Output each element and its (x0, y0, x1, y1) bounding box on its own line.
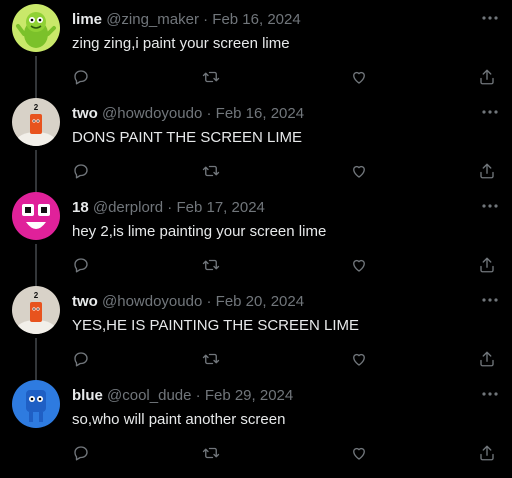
two-avatar-icon: 2 (12, 286, 60, 334)
timestamp[interactable]: Feb 16, 2024 (216, 105, 304, 122)
avatar[interactable] (12, 4, 60, 52)
thread: lime @zing_maker · Feb 16, 2024 zing zin… (0, 0, 512, 478)
heart-icon[interactable] (350, 162, 370, 182)
timestamp[interactable]: Feb 29, 2024 (205, 387, 293, 404)
lime-avatar-icon (12, 4, 60, 52)
reply-icon[interactable] (72, 256, 92, 276)
separator: · (195, 387, 201, 404)
more-icon[interactable] (480, 102, 500, 122)
separator: · (206, 293, 212, 310)
timestamp[interactable]: Feb 20, 2024 (216, 293, 304, 310)
reply-icon[interactable] (72, 444, 92, 464)
action-bar (72, 444, 502, 464)
two-avatar-icon: 2 (12, 98, 60, 146)
handle[interactable]: @howdoyoudo (102, 293, 202, 310)
tweet-header: two @howdoyoudo · Feb 20, 2024 (72, 292, 304, 312)
separator: · (167, 199, 173, 216)
handle[interactable]: @zing_maker (106, 11, 199, 28)
retweet-icon[interactable] (202, 256, 222, 276)
share-icon[interactable] (478, 444, 498, 464)
heart-icon[interactable] (350, 68, 370, 88)
more-icon[interactable] (480, 8, 500, 28)
display-name[interactable]: two (72, 293, 98, 310)
handle[interactable]: @cool_dude (107, 387, 191, 404)
avatar[interactable]: 2 (12, 286, 60, 334)
heart-icon[interactable] (350, 444, 370, 464)
separator: · (206, 105, 212, 122)
display-name[interactable]: 18 (72, 199, 89, 216)
display-name[interactable]: blue (72, 387, 103, 404)
tweet[interactable]: blue @cool_dude · Feb 29, 2024 so,who wi… (0, 380, 512, 474)
tweet-text: hey 2,is lime painting your screen lime (72, 223, 327, 240)
retweet-icon[interactable] (202, 162, 222, 182)
action-bar (72, 68, 502, 88)
reply-icon[interactable] (72, 68, 92, 88)
more-icon[interactable] (480, 196, 500, 216)
svg-text:2: 2 (34, 291, 39, 300)
share-icon[interactable] (478, 350, 498, 370)
action-bar (72, 350, 502, 370)
more-icon[interactable] (480, 290, 500, 310)
action-bar (72, 162, 502, 182)
blue-avatar-icon (12, 380, 60, 428)
timestamp[interactable]: Feb 17, 2024 (176, 199, 264, 216)
avatar-column (12, 380, 60, 474)
avatar[interactable] (12, 192, 60, 240)
share-icon[interactable] (478, 68, 498, 88)
avatar[interactable] (12, 380, 60, 428)
thread-line (35, 338, 37, 384)
retweet-icon[interactable] (202, 68, 222, 88)
separator: · (203, 11, 209, 28)
tweet[interactable]: 2 two @howdoyoudo · Feb 16, 2024 DONS PA… (0, 98, 512, 196)
heart-icon[interactable] (350, 350, 370, 370)
timestamp[interactable]: Feb 16, 2024 (212, 11, 300, 28)
pink-face-avatar-icon (12, 192, 60, 240)
share-icon[interactable] (478, 256, 498, 276)
avatar-column (12, 4, 60, 102)
avatar-column (12, 192, 60, 290)
avatar-column: 2 (12, 98, 60, 196)
more-icon[interactable] (480, 384, 500, 404)
handle[interactable]: @howdoyoudo (102, 105, 202, 122)
avatar[interactable]: 2 (12, 98, 60, 146)
tweet[interactable]: lime @zing_maker · Feb 16, 2024 zing zin… (0, 4, 512, 102)
tweet-text: zing zing,i paint your screen lime (72, 35, 290, 52)
thread-line (35, 150, 37, 196)
display-name[interactable]: lime (72, 11, 102, 28)
svg-text:2: 2 (34, 103, 39, 112)
tweet-text: so,who will paint another screen (72, 411, 286, 428)
tweet-text: DONS PAINT THE SCREEN LIME (72, 129, 303, 146)
reply-icon[interactable] (72, 162, 92, 182)
tweet-header: 18 @derplord · Feb 17, 2024 (72, 198, 265, 218)
action-bar (72, 256, 502, 276)
reply-icon[interactable] (72, 350, 92, 370)
tweet[interactable]: 18 @derplord · Feb 17, 2024 hey 2,is lim… (0, 192, 512, 290)
tweet[interactable]: 2 two @howdoyoudo · Feb 20, 2024 YES,HE … (0, 286, 512, 384)
thread-line (35, 244, 37, 290)
avatar-column: 2 (12, 286, 60, 384)
tweet-header: blue @cool_dude · Feb 29, 2024 (72, 386, 293, 406)
heart-icon[interactable] (350, 256, 370, 276)
retweet-icon[interactable] (202, 444, 222, 464)
handle[interactable]: @derplord (93, 199, 163, 216)
thread-line (35, 56, 37, 102)
tweet-header: two @howdoyoudo · Feb 16, 2024 (72, 104, 304, 124)
retweet-icon[interactable] (202, 350, 222, 370)
display-name[interactable]: two (72, 105, 98, 122)
share-icon[interactable] (478, 162, 498, 182)
tweet-header: lime @zing_maker · Feb 16, 2024 (72, 10, 301, 30)
tweet-text: YES,HE IS PAINTING THE SCREEN LIME (72, 317, 360, 334)
